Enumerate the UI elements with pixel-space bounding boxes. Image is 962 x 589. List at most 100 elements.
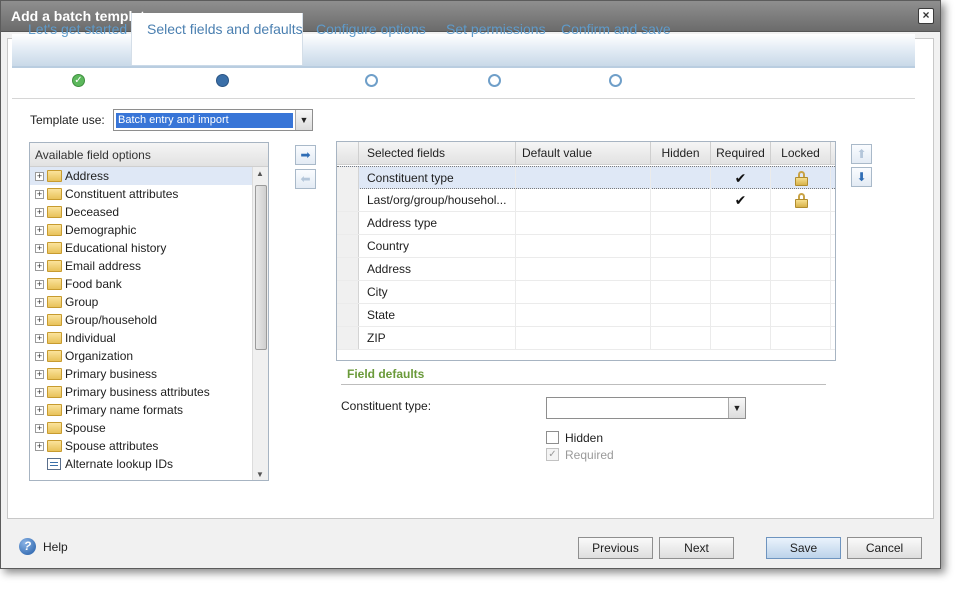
tree-item[interactable]: + Group/household: [30, 311, 252, 329]
step-confirm-and-save[interactable]: Confirm and save: [561, 21, 671, 37]
tree-scrollbar[interactable]: ▲ ▼: [252, 167, 268, 480]
cell-default-value[interactable]: [516, 281, 651, 303]
step-lets-get-started[interactable]: Let's get started: [28, 21, 127, 37]
row-header[interactable]: [337, 327, 359, 349]
column-header-hidden[interactable]: Hidden: [651, 142, 711, 165]
cell-hidden[interactable]: [651, 304, 711, 326]
tree-item[interactable]: + Spouse: [30, 419, 252, 437]
column-header-default-value[interactable]: Default value: [516, 142, 651, 165]
cell-locked[interactable]: [771, 258, 831, 280]
cell-required[interactable]: [711, 327, 771, 349]
cell-locked[interactable]: [771, 281, 831, 303]
cell-hidden[interactable]: [651, 235, 711, 257]
expand-icon[interactable]: +: [35, 334, 44, 343]
cell-locked[interactable]: [771, 189, 831, 211]
tree-item[interactable]: + Demographic: [30, 221, 252, 239]
column-header-required[interactable]: Required: [711, 142, 771, 165]
help-link[interactable]: Help: [43, 540, 68, 554]
cell-default-value[interactable]: [516, 304, 651, 326]
column-header-locked[interactable]: Locked: [771, 142, 831, 165]
tree-item[interactable]: + Email address: [30, 257, 252, 275]
cell-field-name[interactable]: Last/org/group/househol...: [359, 189, 516, 211]
cell-required[interactable]: [711, 304, 771, 326]
cell-locked[interactable]: [771, 235, 831, 257]
tree-item[interactable]: + Organization: [30, 347, 252, 365]
tree-item[interactable]: + Spouse attributes: [30, 437, 252, 455]
hidden-checkbox[interactable]: [546, 431, 559, 444]
expand-icon[interactable]: +: [35, 406, 44, 415]
expand-icon[interactable]: +: [35, 442, 44, 451]
table-row[interactable]: Address: [337, 258, 835, 281]
row-header[interactable]: [337, 304, 359, 326]
table-row[interactable]: Constituent type ✔: [337, 166, 835, 189]
row-header[interactable]: [337, 167, 359, 189]
move-up-button[interactable]: ⬆: [851, 144, 872, 164]
cell-hidden[interactable]: [651, 189, 711, 211]
add-field-button[interactable]: ➡: [295, 145, 316, 165]
cell-default-value[interactable]: [516, 327, 651, 349]
cell-required[interactable]: [711, 258, 771, 280]
remove-field-button[interactable]: ⬅: [295, 169, 316, 189]
tree-item[interactable]: + Deceased: [30, 203, 252, 221]
cell-hidden[interactable]: [651, 327, 711, 349]
step-set-permissions[interactable]: Set permissions: [446, 21, 546, 37]
column-header-selected-fields[interactable]: Selected fields: [359, 142, 516, 165]
cell-hidden[interactable]: [651, 281, 711, 303]
table-row[interactable]: Country: [337, 235, 835, 258]
expand-icon[interactable]: +: [35, 226, 44, 235]
row-header[interactable]: [337, 258, 359, 280]
table-row[interactable]: Last/org/group/househol... ✔: [337, 189, 835, 212]
expand-icon[interactable]: +: [35, 316, 44, 325]
cell-required[interactable]: [711, 235, 771, 257]
cell-locked[interactable]: [771, 327, 831, 349]
row-header[interactable]: [337, 235, 359, 257]
expand-icon[interactable]: +: [35, 370, 44, 379]
cell-required[interactable]: ✔: [711, 167, 771, 189]
cell-default-value[interactable]: [516, 167, 651, 189]
chevron-down-icon[interactable]: ▼: [295, 110, 312, 130]
cell-field-name[interactable]: City: [359, 281, 516, 303]
expand-icon[interactable]: +: [35, 298, 44, 307]
step-select-fields-and-defaults[interactable]: Select fields and defaults: [147, 21, 303, 37]
cell-required[interactable]: [711, 281, 771, 303]
close-button[interactable]: ×: [918, 8, 934, 24]
tree-item[interactable]: Alternate lookup IDs: [30, 455, 252, 473]
tree-item[interactable]: + Food bank: [30, 275, 252, 293]
cell-hidden[interactable]: [651, 258, 711, 280]
tree-item[interactable]: + Primary business attributes: [30, 383, 252, 401]
cell-field-name[interactable]: Country: [359, 235, 516, 257]
table-row[interactable]: ZIP: [337, 327, 835, 350]
step-configure-options[interactable]: Configure options: [316, 21, 426, 37]
row-header[interactable]: [337, 212, 359, 234]
tree-item[interactable]: + Address: [30, 167, 252, 185]
expand-icon[interactable]: +: [35, 388, 44, 397]
cell-field-name[interactable]: State: [359, 304, 516, 326]
cell-default-value[interactable]: [516, 212, 651, 234]
cell-hidden[interactable]: [651, 167, 711, 189]
help-icon[interactable]: ?: [19, 538, 36, 555]
cell-required[interactable]: ✔: [711, 189, 771, 211]
row-header[interactable]: [337, 281, 359, 303]
cancel-button[interactable]: Cancel: [847, 537, 922, 559]
template-use-select[interactable]: Batch entry and import ▼: [113, 109, 313, 131]
expand-icon[interactable]: +: [35, 262, 44, 271]
cell-default-value[interactable]: [516, 235, 651, 257]
cell-required[interactable]: [711, 212, 771, 234]
table-row[interactable]: State: [337, 304, 835, 327]
expand-icon[interactable]: +: [35, 352, 44, 361]
tree-item[interactable]: + Individual: [30, 329, 252, 347]
previous-button[interactable]: Previous: [578, 537, 653, 559]
scroll-up-icon[interactable]: ▲: [256, 169, 264, 178]
expand-icon[interactable]: +: [35, 280, 44, 289]
expand-icon[interactable]: +: [35, 172, 44, 181]
scrollbar-thumb[interactable]: [255, 185, 267, 350]
cell-field-name[interactable]: Address type: [359, 212, 516, 234]
tree-item[interactable]: + Group: [30, 293, 252, 311]
chevron-down-icon[interactable]: ▼: [728, 398, 745, 418]
move-down-button[interactable]: ⬇: [851, 167, 872, 187]
tree-item[interactable]: + Educational history: [30, 239, 252, 257]
cell-locked[interactable]: [771, 304, 831, 326]
cell-default-value[interactable]: [516, 189, 651, 211]
table-row[interactable]: City: [337, 281, 835, 304]
save-button[interactable]: Save: [766, 537, 841, 559]
